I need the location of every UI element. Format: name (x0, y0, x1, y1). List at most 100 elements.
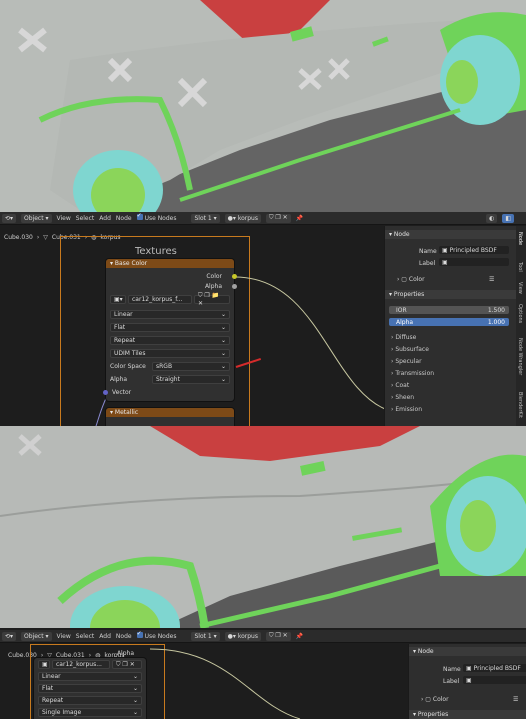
image-texture-node-bottom[interactable]: Alpha ▣ car12_korpus... ⛉ ❐ ✕ Linear ⌄ Fl… (34, 650, 146, 719)
chevron-down-icon: ⌄ (220, 350, 226, 357)
menu-view[interactable]: View (57, 633, 71, 640)
sidebar-tabs-top: Node Tool View Options Node Wrangler Ble… (516, 226, 526, 426)
mode-dropdown[interactable]: Object ▾ (21, 213, 52, 223)
node-name-field[interactable]: ▣ Principled BSDF (463, 664, 526, 672)
image-browse-icon[interactable]: ▣▾ (110, 295, 126, 304)
viewport-bottom[interactable] (0, 426, 526, 628)
color-space-dropdown[interactable]: sRGB ⌄ (152, 362, 230, 371)
image-actions[interactable]: ⛉ ❐ 📁 ✕ (194, 292, 230, 307)
label-label: Label (419, 260, 436, 267)
menu-node[interactable]: Node (116, 215, 132, 222)
output-alpha-label: Alpha (116, 650, 134, 657)
image-texture-node-base-color[interactable]: ▾ Base Color Color Alpha ▣▾ car12_korpus… (103, 259, 237, 401)
mode-label: Object (24, 214, 44, 222)
image-browse-icon[interactable]: ▣ (38, 660, 50, 669)
tab-options[interactable]: Options (517, 304, 523, 323)
node-section-header[interactable]: ▾ Node (385, 230, 516, 239)
properties-section-header[interactable]: ▾ Properties (385, 290, 516, 299)
output-color-label: Color (206, 273, 222, 280)
slot-dropdown[interactable]: Slot 1 ▾ (191, 213, 220, 223)
tab-blenderkit[interactable]: BlenderKit (517, 392, 523, 418)
node-label-field[interactable]: ▣ (439, 258, 509, 266)
use-nodes-checkbox[interactable]: Use Nodes (136, 212, 176, 222)
diffuse-subpanel[interactable]: › Diffuse (391, 334, 416, 341)
image-selector-row: ▣ car12_korpus... ⛉ ❐ ✕ (38, 660, 142, 669)
pin-icon[interactable]: 📌 (296, 633, 303, 640)
input-vector-socket[interactable] (103, 390, 108, 395)
name-label: Name (419, 248, 437, 255)
node-editor-top[interactable]: Cube.030 › ▽ Cube.031 › ◍ korpus Textures ▾ … (0, 226, 526, 426)
chevron-down-icon: ⌄ (220, 324, 226, 331)
editor-type-button[interactable]: ⟲▾ (2, 631, 17, 641)
material-selector[interactable]: ●▾ korpus (224, 631, 261, 641)
viewport-top[interactable] (0, 0, 526, 212)
menu-node[interactable]: Node (116, 633, 132, 640)
mode-dropdown[interactable]: Object ▾ (21, 631, 52, 641)
color-subsection[interactable]: › ▢ Color (397, 276, 425, 283)
source-dropdown[interactable]: UDIM Tiles ⌄ (110, 349, 230, 358)
menu-add[interactable]: Add (99, 633, 111, 640)
output-alpha-socket[interactable] (232, 284, 237, 289)
source-dropdown[interactable]: Single Image ⌄ (38, 708, 142, 717)
menu-view[interactable]: View (57, 215, 71, 222)
node-section-header[interactable]: ▾ Node (409, 647, 526, 656)
tab-node-wrangler[interactable]: Node Wrangler (517, 338, 523, 375)
alpha-mode-dropdown[interactable]: Straight ⌄ (152, 375, 230, 384)
coat-subpanel[interactable]: › Coat (391, 382, 409, 389)
input-vector-label: Vector (112, 389, 132, 396)
checkbox-icon (136, 630, 143, 638)
material-selector[interactable]: ●▾ korpus (224, 213, 261, 223)
node-header[interactable]: ▾ Base Color (106, 259, 234, 268)
extension-dropdown[interactable]: Repeat ⌄ (38, 696, 142, 705)
specular-subpanel[interactable]: › Specular (391, 358, 422, 365)
image-name-field[interactable]: car12_korpus_f... (128, 295, 192, 304)
interpolation-dropdown[interactable]: Linear ⌄ (38, 672, 142, 681)
interpolation-dropdown[interactable]: Linear ⌄ (110, 310, 230, 319)
chevron-down-icon: ⌄ (220, 337, 226, 344)
name-label: Name (443, 666, 461, 673)
sidebar-panel-bottom: ▾ Node Name ▣ Principled BSDF Label ▣ › … (408, 644, 526, 719)
image-name-field[interactable]: car12_korpus... (52, 660, 110, 669)
extension-dropdown[interactable]: Repeat ⌄ (110, 336, 230, 345)
list-icon[interactable]: ☰ (489, 276, 494, 283)
material-actions[interactable]: ⛉ ❐ ✕ (265, 213, 291, 223)
sidebar-toggle-button[interactable]: ◧ (502, 213, 514, 223)
subsurface-subpanel[interactable]: › Subsurface (391, 346, 429, 353)
tab-tool[interactable]: Tool (517, 262, 523, 272)
menu-add[interactable]: Add (99, 215, 111, 222)
material-actions[interactable]: ⛉ ❐ ✕ (265, 631, 291, 641)
properties-section-header[interactable]: ▾ Properties (409, 710, 526, 719)
node-name-field[interactable]: ▣ Principled BSDF (439, 246, 509, 254)
label-label: Label (443, 678, 460, 685)
projection-dropdown[interactable]: Flat ⌄ (38, 684, 142, 693)
alpha-mode-row: Alpha Straight ⌄ (110, 375, 230, 384)
emission-subpanel[interactable]: › Emission (391, 406, 422, 413)
node-label-field[interactable]: ▣ (463, 676, 526, 684)
menu-select[interactable]: Select (76, 215, 95, 222)
node-editor-header-bottom: ⟲▾ Object ▾ View Select Add Node Use Nod… (0, 630, 526, 643)
car-render-top (0, 0, 526, 212)
image-texture-node-metallic[interactable]: ▾ Metallic (106, 408, 234, 426)
transmission-subpanel[interactable]: › Transmission (391, 370, 434, 377)
overlay-button[interactable]: ◐ (486, 213, 498, 223)
editor-type-button[interactable]: ⟲▾ (2, 213, 17, 223)
output-alpha-label: Alpha (204, 283, 222, 290)
image-actions[interactable]: ⛉ ❐ ✕ (112, 660, 142, 669)
node-editor-bottom[interactable]: Cube.030 › ▽ Cube.031 › ◍ korpus Alpha ▣ car… (0, 644, 526, 719)
list-icon[interactable]: ☰ (513, 696, 518, 703)
projection-dropdown[interactable]: Flat ⌄ (110, 323, 230, 332)
material-sphere-icon: ●▾ (227, 214, 236, 222)
tab-node[interactable]: Node (517, 232, 523, 245)
slot-dropdown[interactable]: Slot 1 ▾ (191, 631, 220, 641)
use-nodes-checkbox[interactable]: Use Nodes (136, 630, 176, 640)
chevron-down-icon: ⌄ (220, 311, 226, 318)
output-color-socket[interactable] (232, 274, 237, 279)
alpha-field[interactable]: Alpha 1.000 (389, 318, 509, 326)
menu-select[interactable]: Select (76, 633, 95, 640)
pin-icon[interactable]: 📌 (296, 215, 303, 222)
sheen-subpanel[interactable]: › Sheen (391, 394, 414, 401)
color-subsection[interactable]: › ▢ Color (421, 696, 449, 703)
ior-field[interactable]: IOR 1.500 (389, 306, 509, 314)
tab-view[interactable]: View (517, 282, 523, 294)
car-render-bottom (0, 426, 526, 628)
